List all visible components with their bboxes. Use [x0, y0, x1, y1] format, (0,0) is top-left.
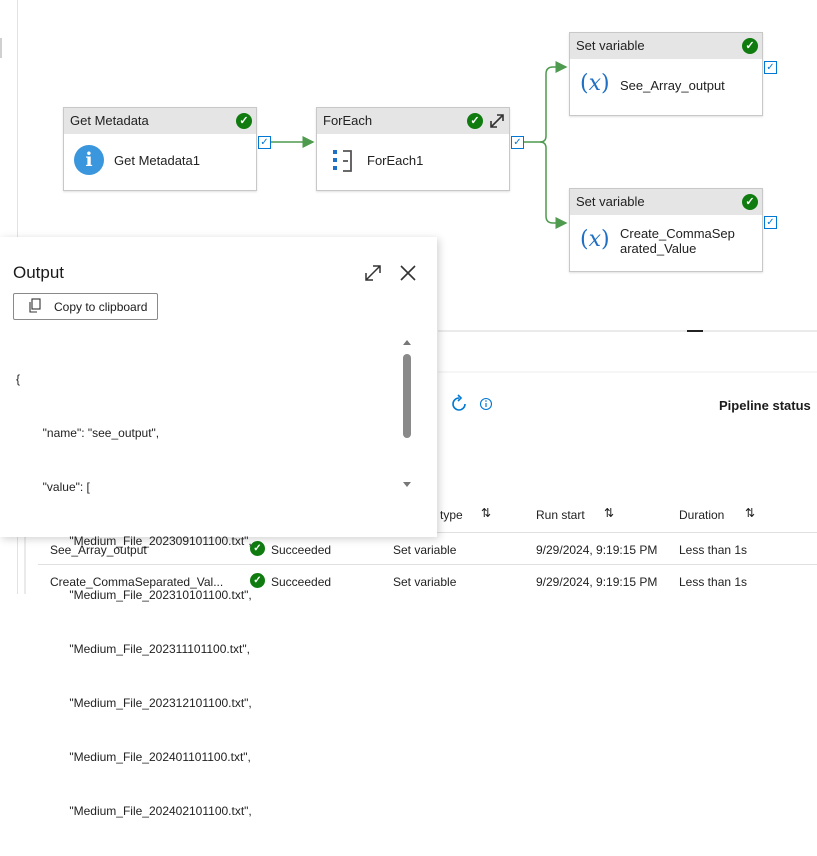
copy-to-clipboard-button[interactable]: Copy to clipboard [13, 293, 158, 320]
success-output-checkbox[interactable]: ✓ [764, 216, 777, 229]
activity-type-label: Set variable [570, 33, 762, 59]
info-icon: i [74, 145, 104, 175]
json-line: "Medium_File_202309101100.txt", [16, 534, 252, 548]
connector-foreach-setvar1 [524, 61, 568, 143]
json-line: "name": "see_output", [16, 426, 160, 440]
json-line: "Medium_File_202312101100.txt", [16, 696, 252, 710]
success-output-checkbox[interactable]: ✓ [764, 61, 777, 74]
foreach-icon [333, 150, 352, 172]
activity-name: Create_CommaSep arated_Value [620, 226, 735, 256]
check-circle-icon: ✓ [250, 541, 265, 556]
activity-foreach[interactable]: ForEach ✓ ForEach1 [316, 107, 510, 191]
duration-cell: Less than 1s [679, 543, 748, 557]
json-line: "Medium_File_202310101100.txt", [16, 588, 252, 602]
success-output-checkbox[interactable]: ✓ [258, 136, 271, 149]
pipeline-status-label: Pipeline status [719, 398, 811, 413]
type-cell: Set variable [393, 575, 457, 589]
output-json[interactable]: { "name": "see_output", "value": [ "Medi… [16, 334, 252, 856]
run-start-cell: 9/29/2024, 9:19:15 PM [536, 543, 658, 557]
json-line: "value": [ [16, 480, 90, 494]
header-run-start[interactable]: Run start [536, 508, 585, 522]
status-cell: Succeeded [271, 543, 332, 557]
output-title: Output [13, 263, 65, 282]
variable-icon: (x) [580, 71, 610, 96]
refresh-icon[interactable] [449, 394, 469, 414]
header-activity-type[interactable]: type [440, 508, 463, 522]
copy-icon [29, 298, 41, 313]
run-start-cell: 9/29/2024, 9:19:15 PM [536, 575, 658, 589]
activity-get-metadata[interactable]: Get Metadata ✓ i Get Metadata1 [63, 107, 257, 191]
connector-foreach-setvar2 [539, 141, 568, 229]
json-line: "Medium_File_202311101100.txt", [16, 642, 250, 656]
activity-name: See_Array_output [620, 78, 725, 93]
success-output-checkbox[interactable]: ✓ [511, 136, 524, 149]
activity-name: ForEach1 [367, 153, 424, 168]
activity-set-variable-1[interactable]: Set variable ✓ (x) See_Array_output [569, 32, 763, 116]
sort-icon[interactable]: ⇅ [481, 506, 491, 520]
type-cell: Set variable [393, 543, 457, 557]
json-line: "Medium_File_202402101100.txt", [16, 804, 252, 818]
json-line: { [16, 372, 21, 386]
duration-cell: Less than 1s [679, 575, 748, 589]
scrollbar-thumb[interactable] [403, 354, 411, 438]
variable-icon: (x) [580, 227, 610, 252]
scroll-down-icon[interactable] [401, 480, 413, 490]
activity-set-variable-2[interactable]: Set variable ✓ (x) Create_CommaSep arate… [569, 188, 763, 272]
copy-button-label: Copy to clipboard [54, 300, 148, 314]
close-icon[interactable] [398, 263, 418, 283]
activity-name: Get Metadata1 [114, 153, 200, 168]
sort-icon[interactable]: ⇅ [604, 506, 614, 520]
activity-type-label: Get Metadata [64, 108, 256, 134]
expand-icon[interactable] [363, 263, 383, 283]
output-panel: Output Copy to clipboard { "name": "see_… [0, 237, 437, 818]
check-circle-icon: ✓ [467, 113, 483, 129]
info-outline-icon[interactable] [479, 397, 493, 411]
scroll-up-icon[interactable] [401, 337, 413, 347]
check-circle-icon: ✓ [742, 194, 758, 210]
header-duration[interactable]: Duration [679, 508, 724, 522]
activity-type-label: Set variable [570, 189, 762, 215]
check-circle-icon: ✓ [250, 573, 265, 588]
sort-icon[interactable]: ⇅ [745, 506, 755, 520]
status-cell: Succeeded [271, 575, 332, 589]
check-circle-icon: ✓ [742, 38, 758, 54]
check-circle-icon: ✓ [236, 113, 252, 129]
activity-name-line1: Create_CommaSep [620, 226, 735, 241]
expand-icon[interactable] [488, 112, 506, 130]
json-line: "Medium_File_202401101100.txt", [16, 750, 251, 764]
activity-name-line2: arated_Value [620, 241, 697, 256]
